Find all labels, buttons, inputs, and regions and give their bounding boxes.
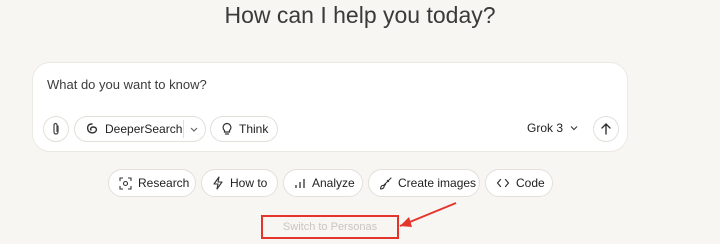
annotation-arrow <box>399 202 457 227</box>
